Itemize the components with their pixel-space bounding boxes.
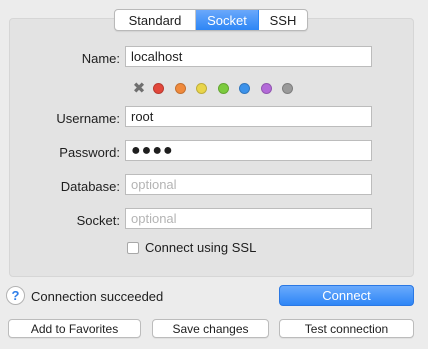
- ssl-label: Connect using SSL: [145, 240, 257, 255]
- color-blue-swatch[interactable]: [239, 83, 250, 94]
- password-field[interactable]: [125, 140, 372, 161]
- connection-status: Connection succeeded: [31, 289, 164, 304]
- socket-field[interactable]: [125, 208, 372, 229]
- color-tags: ✖: [131, 81, 304, 96]
- connection-type-tabs: Standard Socket SSH: [114, 9, 308, 31]
- color-red-swatch[interactable]: [153, 83, 164, 94]
- color-gray-swatch[interactable]: [282, 83, 293, 94]
- tab-ssh[interactable]: SSH: [259, 10, 307, 30]
- connect-button[interactable]: Connect: [279, 285, 414, 306]
- color-purple-swatch[interactable]: [260, 83, 272, 94]
- ssl-checkbox[interactable]: [127, 241, 139, 254]
- name-field[interactable]: [125, 46, 372, 67]
- password-label: Password:: [59, 145, 120, 160]
- help-icon[interactable]: ?: [6, 286, 25, 305]
- tab-socket[interactable]: Socket: [196, 10, 259, 30]
- tab-standard[interactable]: Standard: [115, 10, 196, 30]
- database-label: Database:: [60, 179, 120, 194]
- ssl-option[interactable]: Connect using SSL: [127, 240, 256, 255]
- username-label: Username:: [56, 111, 120, 126]
- name-label: Name:: [81, 51, 120, 66]
- save-changes-button[interactable]: Save changes: [152, 319, 269, 338]
- socket-label: Socket:: [76, 213, 120, 228]
- add-to-favorites-button[interactable]: Add to Favorites: [8, 319, 141, 338]
- color-green-swatch[interactable]: [217, 83, 229, 94]
- database-field[interactable]: [125, 174, 372, 195]
- color-orange-swatch[interactable]: [174, 83, 186, 94]
- username-field[interactable]: [125, 106, 372, 127]
- test-connection-button[interactable]: Test connection: [279, 319, 414, 338]
- color-yellow-swatch[interactable]: [196, 83, 207, 94]
- clear-color-icon[interactable]: ✖: [131, 81, 147, 96]
